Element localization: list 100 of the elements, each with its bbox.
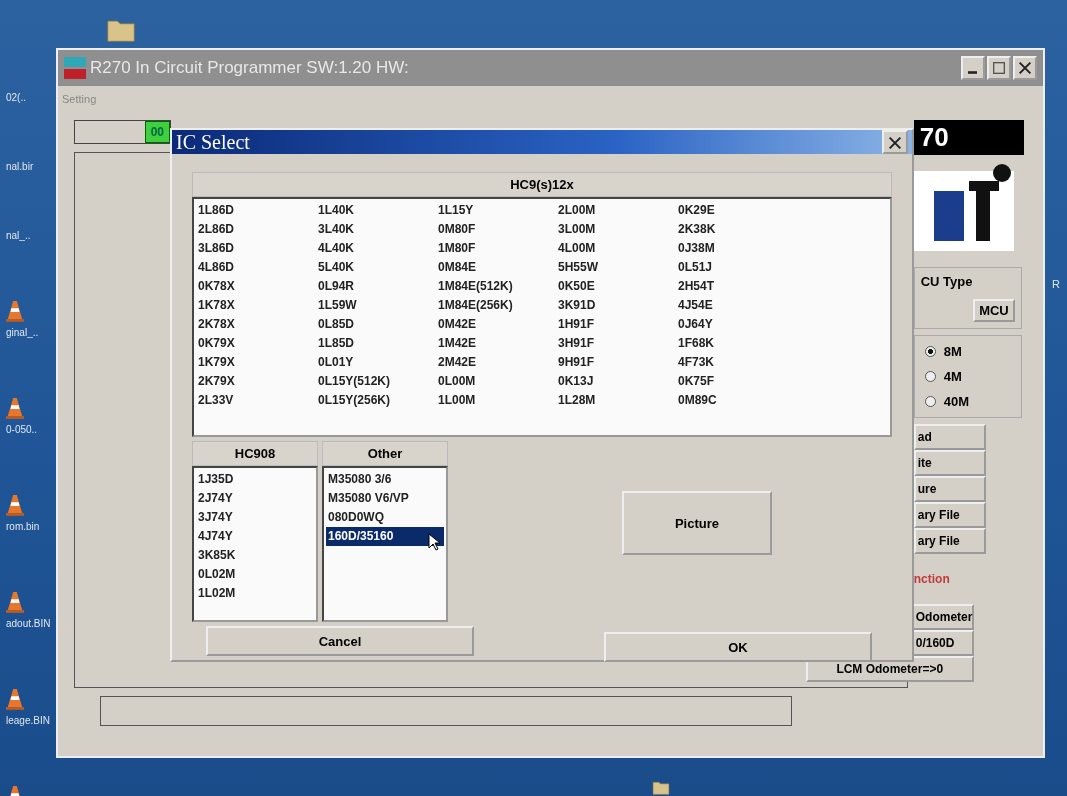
radio-label[interactable]: 4M — [943, 369, 962, 384]
function-button[interactable]: Odometer — [911, 604, 974, 630]
list-item[interactable]: 0L51J — [676, 258, 715, 277]
list-item[interactable]: 1L00M — [436, 391, 478, 410]
list-item[interactable]: 2K38K — [676, 220, 718, 239]
list-item[interactable]: 2L86D — [196, 220, 237, 239]
list-item[interactable]: 2K78X — [196, 315, 237, 334]
action-button[interactable]: ure — [913, 476, 986, 502]
list-item[interactable]: 4L40K — [316, 239, 357, 258]
traffic-cone-icon[interactable] — [6, 590, 24, 614]
list-item[interactable]: 1L40K — [316, 201, 357, 220]
list-item[interactable]: 0M89C — [676, 391, 719, 410]
list-item[interactable]: 0L15Y(256K) — [316, 391, 393, 410]
list-item[interactable]: 0M84E — [436, 258, 479, 277]
ok-button[interactable]: OK — [604, 632, 872, 662]
list-item[interactable]: 4L00M — [556, 239, 598, 258]
list-item[interactable]: 1L28M — [556, 391, 598, 410]
list-item[interactable]: 9H91F — [556, 353, 597, 372]
list-item[interactable]: 0L15Y(512K) — [316, 372, 393, 391]
list-item[interactable]: 0L00M — [436, 372, 478, 391]
list-item[interactable]: 4L86D — [196, 258, 237, 277]
desktop-icon-label[interactable]: 0-050.. — [6, 424, 38, 435]
list-item[interactable]: 1M42E — [436, 334, 479, 353]
traffic-cone-icon[interactable] — [6, 493, 24, 517]
close-button[interactable] — [882, 130, 908, 154]
traffic-cone-icon[interactable] — [6, 687, 24, 711]
list-item[interactable]: 1L86D — [196, 201, 237, 220]
list-item[interactable]: 0L02M — [196, 565, 238, 584]
traffic-cone-icon[interactable] — [6, 299, 24, 323]
desktop-icon-label[interactable]: rom.bin — [6, 521, 40, 532]
list-item[interactable]: 1K78X — [196, 296, 237, 315]
list-item[interactable]: 080D0WQ — [326, 508, 387, 527]
list-item[interactable]: 0K50E — [556, 277, 597, 296]
list-item[interactable]: 2L33V — [196, 391, 236, 410]
action-button[interactable]: ary File — [913, 502, 986, 528]
list-item[interactable]: M35080 V6/VP — [326, 489, 411, 508]
list-item[interactable]: 3H91F — [556, 334, 597, 353]
mcu-button[interactable]: MCU — [973, 299, 1015, 322]
cancel-button[interactable]: Cancel — [206, 626, 474, 656]
list-item[interactable]: 2M42E — [436, 353, 479, 372]
list-item[interactable]: M35080 3/6 — [326, 470, 394, 489]
desktop-icon-label[interactable]: ginal_.. — [6, 327, 39, 338]
list-item[interactable]: 4J54E — [676, 296, 715, 315]
list-item[interactable]: 0L94R — [316, 277, 357, 296]
list-item[interactable]: 160D/35160 — [326, 527, 444, 546]
list-item[interactable]: 4F73K — [676, 353, 717, 372]
list-item[interactable]: 3K85K — [196, 546, 238, 565]
list-item[interactable]: 2K79X — [196, 372, 237, 391]
list-item[interactable]: 0K29E — [676, 201, 717, 220]
desktop-icon-label[interactable]: 02(.. — [6, 92, 26, 103]
list-item[interactable]: 2L00M — [556, 201, 598, 220]
list-item[interactable]: 2J74Y — [196, 489, 235, 508]
desktop-icon-label[interactable]: R — [1052, 278, 1060, 290]
minimize-button[interactable] — [961, 56, 985, 80]
action-button[interactable]: ite — [913, 450, 986, 476]
list-item[interactable]: 2H54T — [676, 277, 717, 296]
list-item[interactable]: 0K75F — [676, 372, 717, 391]
function-button[interactable]: 0/160D — [911, 630, 974, 656]
radio-button[interactable] — [924, 396, 936, 407]
list-item[interactable]: 0L85D — [316, 315, 357, 334]
list-item[interactable]: 3J74Y — [196, 508, 235, 527]
list-item[interactable]: 0L01Y — [316, 353, 356, 372]
list-item[interactable]: 3K91D — [556, 296, 598, 315]
list-item[interactable]: 1L02M — [196, 584, 238, 603]
list-item[interactable]: 0M42E — [436, 315, 479, 334]
list-item[interactable]: 0K78X — [196, 277, 237, 296]
action-button[interactable]: ary File — [913, 528, 986, 554]
radio-button[interactable] — [924, 346, 936, 357]
desktop-icon-label[interactable]: adout.BIN — [6, 618, 51, 629]
list-item[interactable]: 1K79X — [196, 353, 237, 372]
list-item[interactable]: 1F68K — [676, 334, 717, 353]
list-item[interactable]: 5L40K — [316, 258, 357, 277]
list-item[interactable]: 1M80F — [436, 239, 478, 258]
list-item[interactable]: 1L15Y — [436, 201, 476, 220]
list-item[interactable]: 0K13J — [556, 372, 596, 391]
list-item[interactable]: 3L40K — [316, 220, 357, 239]
list-item[interactable]: 0J64Y — [676, 315, 715, 334]
list-item[interactable]: 0K79X — [196, 334, 237, 353]
list-item[interactable]: 1M84E(512K) — [436, 277, 515, 296]
radio-label[interactable]: 8M — [943, 344, 962, 359]
action-button[interactable]: ad — [913, 424, 986, 450]
close-button[interactable] — [1013, 56, 1037, 80]
traffic-cone-icon[interactable] — [6, 396, 24, 420]
list-item[interactable]: 1L85D — [316, 334, 357, 353]
list-item[interactable]: 1J35D — [196, 470, 236, 489]
list-item[interactable]: 1H91F — [556, 315, 597, 334]
list-item[interactable]: 1L59W — [316, 296, 359, 315]
list-item[interactable]: 1M84E(256K) — [436, 296, 515, 315]
maximize-button[interactable] — [987, 56, 1011, 80]
list-item[interactable]: 4J74Y — [196, 527, 235, 546]
list-item[interactable]: 3L86D — [196, 239, 237, 258]
radio-button[interactable] — [924, 371, 936, 382]
picture-button[interactable]: Picture — [622, 491, 772, 555]
list-item[interactable]: 3L00M — [556, 220, 598, 239]
radio-label[interactable]: 40M — [943, 394, 970, 409]
list-item[interactable]: 0J38M — [676, 239, 717, 258]
list-item[interactable]: 0M80F — [436, 220, 478, 239]
desktop-icon-label[interactable]: nal_.. — [6, 230, 31, 241]
desktop-icon-label[interactable]: nal.bir — [6, 161, 34, 172]
list-item[interactable]: 5H55W — [556, 258, 600, 277]
